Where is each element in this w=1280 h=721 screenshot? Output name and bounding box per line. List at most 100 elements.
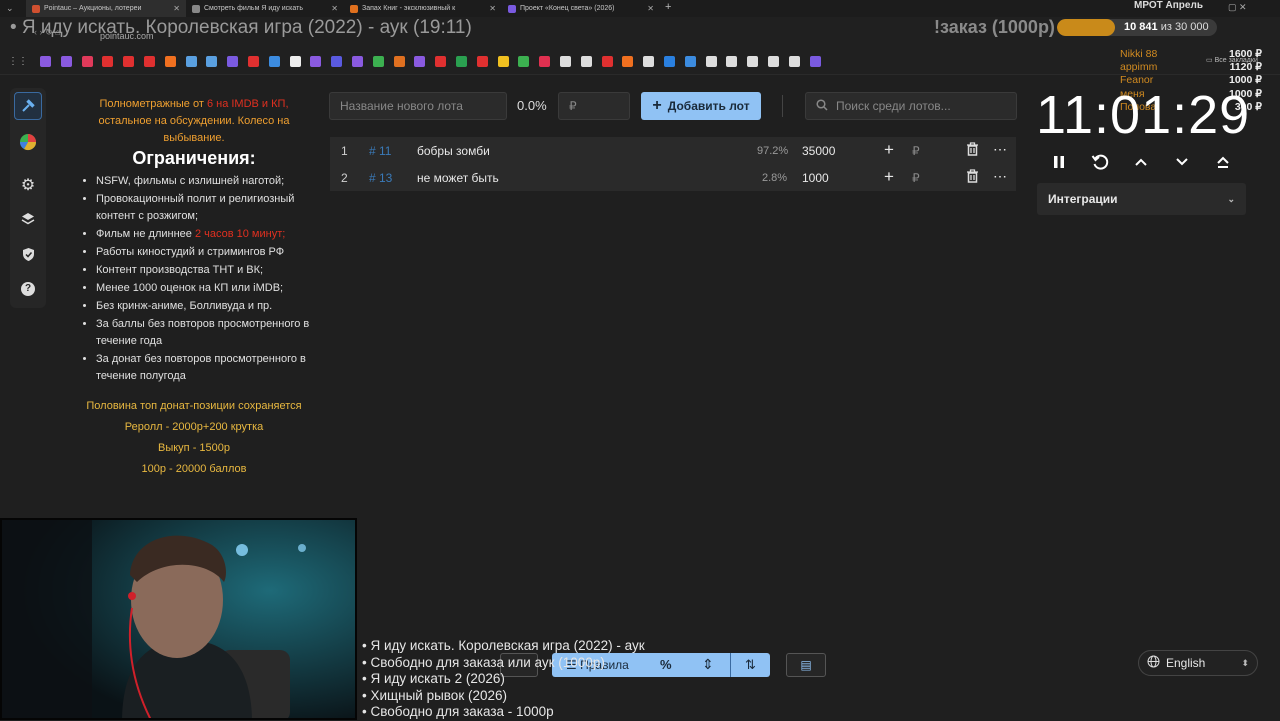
bookmark-icon[interactable] bbox=[81, 56, 93, 67]
bookmark-icon[interactable] bbox=[643, 56, 655, 67]
lot-name[interactable]: не может быть bbox=[417, 171, 499, 185]
lot-row[interactable]: 1 # 11 бобры зомби 97.2% 35000 + ₽ ⋯ bbox=[330, 137, 1016, 164]
bookmark-icon[interactable] bbox=[60, 56, 72, 67]
wheel-icon[interactable] bbox=[14, 128, 42, 156]
tab-menu-icon[interactable]: ⌄ bbox=[6, 3, 14, 14]
apps-grid-icon[interactable]: ⋮⋮ bbox=[8, 56, 28, 67]
bookmark-icon[interactable] bbox=[664, 56, 675, 67]
sort-button[interactable]: ⇅ bbox=[730, 653, 770, 677]
bookmark-icon[interactable] bbox=[768, 56, 779, 67]
bookmark-icon[interactable] bbox=[580, 56, 592, 67]
lot-currency: ₽ bbox=[912, 144, 920, 158]
bookmark-icon[interactable] bbox=[622, 56, 634, 67]
new-lot-amount-input[interactable]: ₽ bbox=[558, 92, 630, 120]
bookmark-icon[interactable] bbox=[144, 56, 155, 67]
auction-hammer-icon[interactable] bbox=[14, 92, 42, 120]
queue-item: • Свободно для заказа или аук (1000р) bbox=[362, 654, 605, 670]
timer-double-up-icon[interactable] bbox=[1212, 151, 1234, 173]
bookmark-icon[interactable] bbox=[684, 56, 696, 67]
lot-percent: 97.2% bbox=[757, 145, 789, 157]
bookmark-icon[interactable] bbox=[497, 56, 509, 67]
integrations-dropdown[interactable]: Интеграции ⌄ bbox=[1037, 183, 1246, 215]
lot-id[interactable]: # 13 bbox=[369, 171, 392, 185]
tab-books[interactable]: Запах Книг - эксклюзивный к ✕ bbox=[344, 0, 502, 17]
window-controls[interactable]: ▢ ✕ bbox=[1228, 2, 1247, 13]
bookmark-icon[interactable] bbox=[331, 56, 343, 67]
add-amount-icon[interactable]: + bbox=[884, 140, 894, 160]
shield-icon[interactable] bbox=[14, 240, 42, 268]
bookmark-icon[interactable] bbox=[123, 56, 135, 67]
help-icon[interactable]: ? bbox=[14, 275, 42, 303]
language-select[interactable]: English ⬍ bbox=[1138, 650, 1258, 676]
timer-decrease-icon[interactable] bbox=[1171, 151, 1193, 173]
lot-row[interactable]: 2 # 13 не может быть 2.8% 1000 + ₽ ⋯ bbox=[330, 164, 1016, 191]
new-lot-percent: 0.0% bbox=[517, 98, 547, 113]
restriction-item: Работы киностудий и стримингов РФ bbox=[96, 244, 312, 261]
reset-timer-icon[interactable] bbox=[1089, 151, 1111, 173]
bookmark-icon[interactable] bbox=[372, 56, 384, 67]
rules-panel: Полнометражные от 6 на IMDB и КП, осталь… bbox=[76, 96, 312, 480]
tab-project[interactable]: Проект «Конец света» (2026) ✕ bbox=[502, 0, 660, 17]
add-amount-icon[interactable]: + bbox=[884, 167, 894, 187]
close-tab-icon[interactable]: ✕ bbox=[489, 4, 496, 13]
new-lot-name-input[interactable]: Название нового лота bbox=[329, 92, 507, 120]
bookmark-icon[interactable] bbox=[268, 56, 280, 67]
bookmark-icon[interactable] bbox=[747, 56, 759, 67]
rules-footer-line: 100р - 20000 баллов bbox=[141, 463, 247, 475]
bookmark-icon[interactable] bbox=[414, 56, 426, 67]
clear-lots-button[interactable]: ▤ bbox=[786, 653, 826, 677]
bookmark-icon[interactable] bbox=[248, 56, 259, 67]
bookmark-icon[interactable] bbox=[456, 56, 467, 67]
restriction-item: Контент производства ТНТ и ВК; bbox=[96, 262, 312, 279]
lot-search-input[interactable]: Поиск среди лотов... bbox=[805, 92, 1017, 120]
bookmark-icon[interactable] bbox=[539, 56, 551, 67]
add-lot-button[interactable]: + Добавить лот bbox=[641, 92, 761, 120]
lot-amount[interactable]: 1000 bbox=[802, 171, 829, 185]
favicon-icon bbox=[192, 4, 200, 13]
bookmark-icon[interactable] bbox=[705, 56, 717, 67]
split-icon[interactable]: ⇕ bbox=[702, 656, 714, 673]
close-tab-icon[interactable]: ✕ bbox=[173, 4, 180, 13]
bookmark-icon[interactable] bbox=[435, 56, 447, 67]
lot-index: 2 bbox=[341, 171, 348, 185]
bookmark-icon[interactable] bbox=[809, 56, 821, 67]
bookmark-icon[interactable] bbox=[289, 56, 301, 67]
order-label: !заказ (1000р) bbox=[934, 17, 1055, 37]
bookmark-icon[interactable] bbox=[310, 56, 322, 67]
bookmark-icon[interactable] bbox=[227, 56, 239, 67]
bookmark-icon[interactable] bbox=[726, 56, 738, 67]
bookmark-icon[interactable] bbox=[352, 56, 363, 67]
bookmark-icon[interactable] bbox=[164, 56, 176, 67]
bookmark-icon[interactable] bbox=[40, 56, 51, 67]
bookmark-icon[interactable] bbox=[206, 56, 218, 67]
close-tab-icon[interactable]: ✕ bbox=[331, 4, 338, 13]
restriction-item: За донат без повторов просмотренного в т… bbox=[96, 351, 312, 385]
rules-heading: Ограничения: bbox=[132, 148, 256, 168]
bookmark-icon[interactable] bbox=[393, 56, 405, 67]
bookmark-icon[interactable] bbox=[518, 56, 530, 67]
lot-name[interactable]: бобры зомби bbox=[417, 144, 490, 158]
new-tab-button[interactable]: + bbox=[665, 1, 671, 13]
bookmark-icon[interactable] bbox=[788, 56, 800, 67]
timer-increase-icon[interactable] bbox=[1130, 151, 1152, 173]
percent-toggle-icon[interactable]: % bbox=[660, 657, 672, 672]
tab-pointauc[interactable]: Pointauc – Аукционы, лотереи ✕ bbox=[26, 0, 186, 17]
bookmark-icon[interactable] bbox=[185, 56, 197, 67]
search-icon bbox=[816, 98, 828, 114]
close-tab-icon[interactable]: ✕ bbox=[647, 4, 654, 13]
more-options-icon[interactable]: ⋯ bbox=[993, 168, 1007, 185]
tab-movie[interactable]: Смотреть фильм Я иду искать ✕ bbox=[186, 0, 344, 17]
bookmark-icon[interactable] bbox=[476, 56, 488, 67]
delete-lot-icon[interactable] bbox=[966, 169, 979, 186]
more-options-icon[interactable]: ⋯ bbox=[993, 141, 1007, 158]
lot-percent: 2.8% bbox=[762, 172, 788, 184]
settings-gear-icon[interactable]: ⚙ bbox=[14, 171, 42, 199]
delete-lot-icon[interactable] bbox=[966, 142, 979, 159]
pause-icon[interactable] bbox=[1048, 151, 1070, 173]
lot-amount[interactable]: 35000 bbox=[802, 144, 835, 158]
bookmark-icon[interactable] bbox=[102, 56, 114, 67]
bookmark-icon[interactable] bbox=[560, 56, 571, 67]
bookmark-icon[interactable] bbox=[601, 56, 613, 67]
layers-icon[interactable] bbox=[14, 205, 42, 233]
lot-id[interactable]: # 11 bbox=[369, 144, 391, 158]
